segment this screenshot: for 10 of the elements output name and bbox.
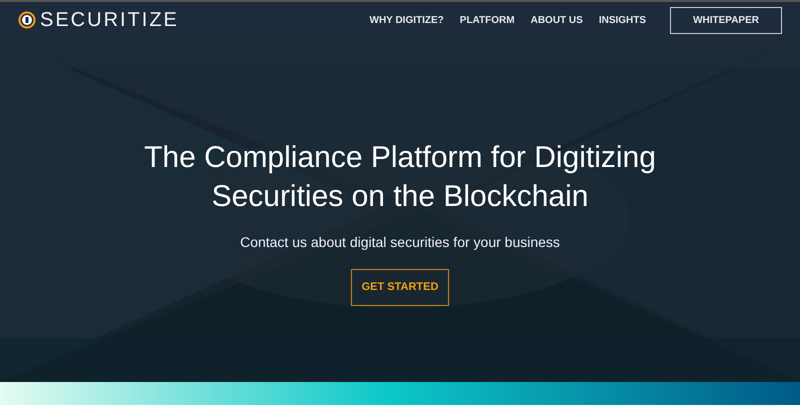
nav-link[interactable]: ABOUT US xyxy=(530,12,583,28)
get-started-button[interactable]: GET STARTED xyxy=(350,269,450,306)
brand-name[interactable]: SECURITIZE xyxy=(40,5,179,35)
whitepaper-button[interactable]: WHITEPAPER xyxy=(670,6,782,34)
hero-subtitle: Contact us about digital securities for your business xyxy=(240,233,560,252)
nav-link[interactable]: INSIGHTS xyxy=(598,12,646,28)
hero-headline: The Compliance Platform for Digitizing Securities on the Blockchain xyxy=(143,140,657,215)
nav-link[interactable]: WHY DIGITIZE? xyxy=(370,12,444,28)
nav-link[interactable]: PLATFORM xyxy=(460,12,515,28)
logo-icon xyxy=(18,11,36,29)
